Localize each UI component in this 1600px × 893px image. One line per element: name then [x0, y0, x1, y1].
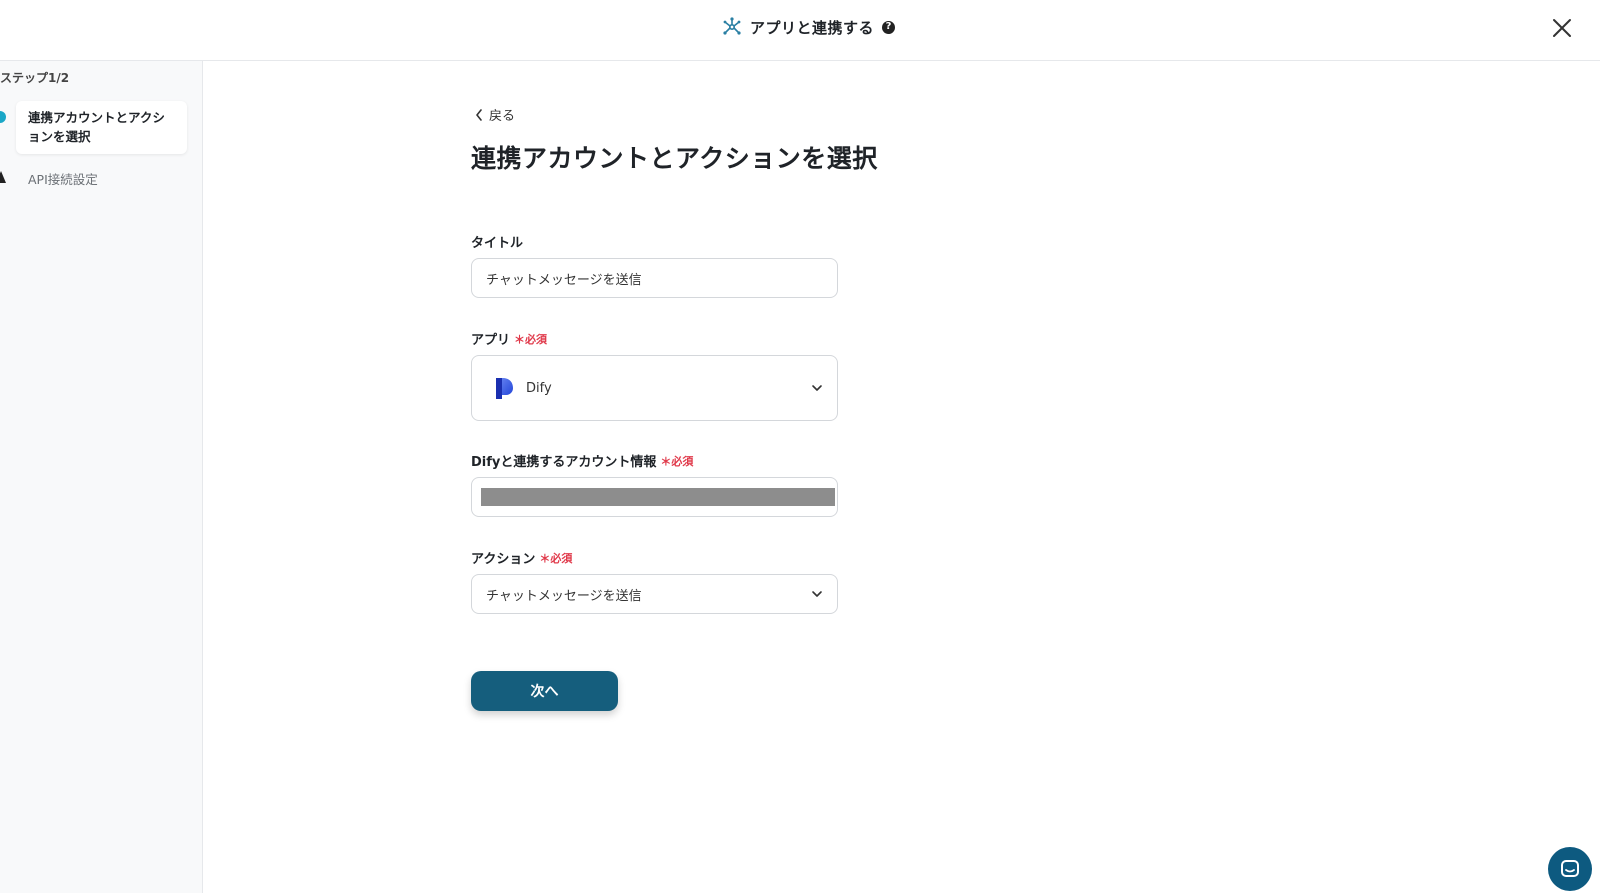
help-icon[interactable]: ?: [882, 20, 896, 34]
network-icon: [723, 17, 741, 35]
required-badge: ＊必須: [514, 332, 548, 346]
required-badge: ＊必須: [539, 551, 573, 565]
header-title-group: アプリと連携する ?: [722, 15, 896, 39]
chevron-left-icon: [476, 108, 482, 121]
chevron-down-icon: [812, 385, 822, 391]
sidebar-step-label-line2: ョンを選択: [28, 129, 91, 144]
app-field-label: アプリ ＊必須: [471, 329, 548, 349]
page-title: 連携アカウントとアクションを選択: [471, 144, 878, 173]
account-field-label: Difyと連携するアカウント情報 ＊必須: [471, 451, 694, 471]
app-label: アプリ: [471, 333, 511, 348]
header-title: アプリと連携する: [750, 18, 875, 37]
action-select-value: チャットメッセージを送信: [486, 588, 642, 604]
action-select[interactable]: チャットメッセージを送信: [471, 574, 838, 614]
title-label: タイトル: [471, 236, 524, 251]
sidebar-step-label-line1: 連携アカウントとアクシ: [28, 110, 165, 125]
close-icon[interactable]: [1548, 14, 1576, 42]
close-button[interactable]: [1548, 14, 1576, 42]
title-input-value: チャットメッセージを送信: [486, 272, 642, 288]
header: アプリと連携する ?: [0, 0, 1600, 61]
step-counter: ステップ1/2: [0, 71, 70, 85]
back-label: 戻る: [489, 109, 516, 124]
app-select[interactable]: Dify: [471, 355, 838, 421]
masked-account-value: [481, 488, 835, 506]
title-field-label: タイトル: [471, 232, 523, 251]
action-field-label: アクション ＊必須: [471, 548, 573, 568]
chat-support-button[interactable]: [1548, 847, 1592, 891]
required-badge: ＊必須: [660, 454, 694, 468]
step-marker-icon: [0, 171, 6, 183]
step-status-dot: [0, 111, 6, 123]
title-input[interactable]: チャットメッセージを送信: [471, 258, 838, 298]
sidebar-step-select-account[interactable]: 連携アカウントとアクシ ョンを選択: [16, 101, 187, 154]
chevron-down-icon: [812, 591, 822, 597]
chat-icon: [1561, 860, 1579, 877]
next-button[interactable]: 次へ: [471, 671, 618, 711]
account-select[interactable]: [471, 477, 838, 517]
sidebar: ステップ1/2 連携アカウントとアクシ ョンを選択 API接続設定: [0, 61, 203, 893]
dify-logo-icon: [496, 378, 513, 399]
back-link[interactable]: 戻る: [475, 105, 515, 124]
action-label: アクション: [471, 552, 536, 567]
sidebar-step-api-settings[interactable]: API接続設定: [28, 169, 98, 188]
account-label: Difyと連携するアカウント情報: [471, 455, 657, 470]
app-select-value: Dify: [526, 380, 552, 396]
